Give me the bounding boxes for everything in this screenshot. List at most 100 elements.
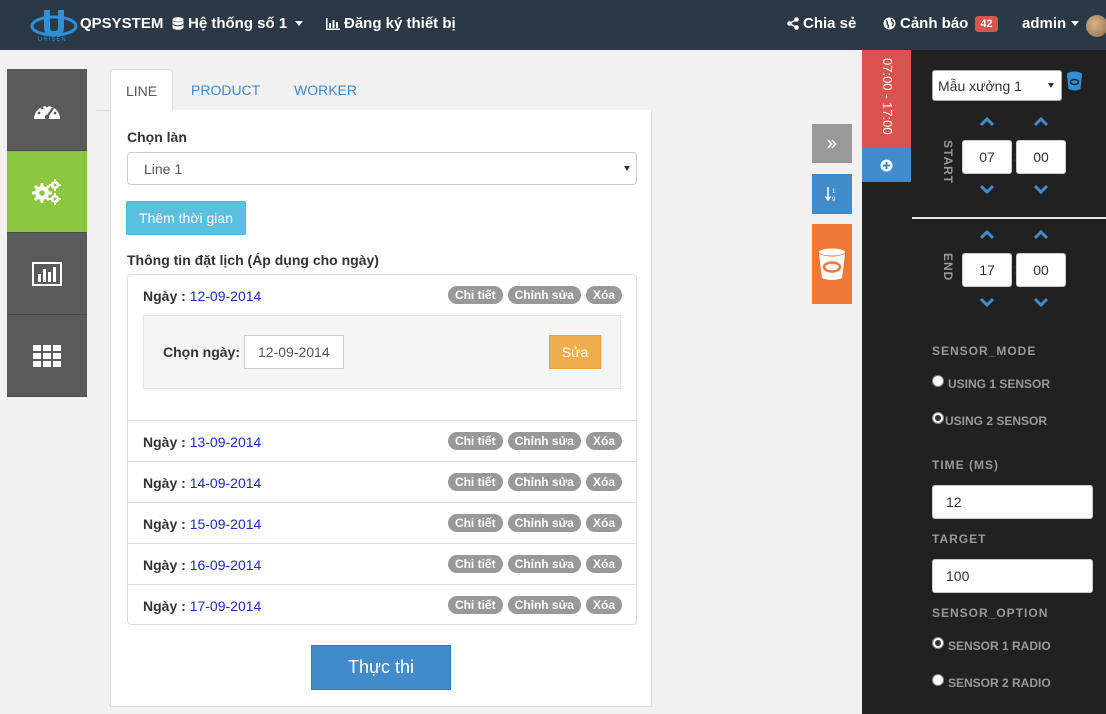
chevron-up-icon[interactable] (1034, 230, 1048, 240)
edit-badge[interactable]: Chỉnh sửa (507, 473, 581, 491)
sidebar-item-dashboard[interactable] (7, 69, 87, 151)
avatar[interactable] (1086, 15, 1106, 37)
start-hour-input[interactable]: 07 (962, 140, 1012, 174)
edit-badge[interactable]: Chỉnh sửa (507, 432, 581, 450)
mode-radio-2[interactable]: USING 2 SENSOR (932, 412, 1047, 428)
time-range-tab[interactable]: 07:00 - 17:00 (862, 50, 911, 148)
plus-circle-icon (880, 159, 893, 171)
radio-icon (932, 375, 944, 387)
radio-checked-icon (932, 412, 944, 424)
delete-badge[interactable]: Xóa (585, 596, 622, 614)
system-dropdown[interactable]: Hệ thống số 1 (172, 15, 304, 32)
detail-badge[interactable]: Chi tiết (447, 514, 503, 532)
delete-badge[interactable]: Xóa (585, 286, 622, 304)
sensor-radio-2[interactable]: SENSOR 2 RADIO (932, 674, 1051, 690)
register-device-link[interactable]: Đăng ký thiết bị (326, 15, 456, 32)
target-title: TARGET (932, 532, 987, 546)
chevron-up-icon[interactable] (1034, 117, 1048, 127)
sort-button[interactable]: 19 (812, 174, 852, 214)
edit-date-panel: Chọn ngày: 12-09-2014 Sửa (143, 315, 621, 389)
logo-text: URISEN (38, 37, 67, 43)
target-input[interactable]: 100 (932, 559, 1093, 593)
schedule-title: Thông tin đặt lịch (Áp dụng cho ngày) (127, 252, 379, 268)
add-time-button[interactable]: Thêm thời gian (126, 201, 246, 235)
end-minute-input[interactable]: 00 (1016, 253, 1066, 287)
detail-badge[interactable]: Chi tiết (447, 555, 503, 573)
logo[interactable]: URISEN (30, 4, 78, 44)
list-item: Ngày : 12-09-2014 Chi tiết Chỉnh sửa Xóa… (128, 275, 636, 420)
chevron-up-icon[interactable] (980, 230, 994, 240)
detail-badge[interactable]: Chi tiết (447, 286, 503, 304)
sidebar-item-apps[interactable] (7, 315, 87, 397)
delete-badge[interactable]: Xóa (585, 514, 622, 532)
edit-badge[interactable]: Chỉnh sửa (507, 555, 581, 573)
gears-icon (32, 178, 61, 205)
day-label: Ngày : 14-09-2014 (143, 475, 261, 491)
time-ms-input[interactable]: 12 (932, 485, 1093, 519)
delete-badge[interactable]: Xóa (585, 432, 622, 450)
day-date: 17-09-2014 (189, 598, 262, 614)
line-select-value: Line 1 (144, 161, 183, 177)
row-actions: Chi tiết Chỉnh sửa Xóa (447, 514, 622, 532)
tab-worker[interactable]: WORKER (279, 69, 372, 111)
day-date: 14-09-2014 (189, 475, 262, 491)
brand-name[interactable]: QPSYSTEM (80, 15, 163, 32)
sensor-radio-2-label: SENSOR 2 RADIO (948, 676, 1051, 690)
svg-text:9: 9 (832, 197, 836, 202)
icon-sidebar (7, 69, 87, 397)
mode-radio-1[interactable]: USING 1 SENSOR (932, 375, 1050, 391)
day-label: Ngày : 13-09-2014 (143, 434, 261, 450)
end-hour-input[interactable]: 17 (962, 253, 1012, 287)
top-navbar: URISEN QPSYSTEM Hệ thống số 1 Đăng ký th… (0, 0, 1106, 50)
database-icon[interactable] (1066, 71, 1083, 92)
chevron-down-icon[interactable] (1034, 297, 1048, 307)
user-menu[interactable]: admin (1022, 15, 1080, 32)
edit-button[interactable]: Sửa (549, 335, 601, 369)
edit-badge[interactable]: Chỉnh sửa (507, 514, 581, 532)
tab-line[interactable]: LINE (110, 69, 174, 111)
select-arrow-icon (1048, 83, 1054, 88)
edit-badge[interactable]: Chỉnh sửa (507, 286, 581, 304)
database-icon (172, 16, 184, 30)
sensor-radio-1-label: SENSOR 1 RADIO (948, 639, 1051, 653)
detail-badge[interactable]: Chi tiết (447, 473, 503, 491)
clear-button[interactable] (812, 224, 852, 304)
day-label: Ngày : 12-09-2014 (143, 288, 261, 304)
day-date: 16-09-2014 (189, 557, 262, 573)
date-input[interactable]: 12-09-2014 (244, 335, 344, 369)
register-label: Đăng ký thiết bị (344, 15, 456, 32)
line-select[interactable]: Line 1 (127, 152, 637, 185)
chevron-up-icon[interactable] (980, 117, 994, 127)
edit-badge[interactable]: Chỉnh sửa (507, 596, 581, 614)
execute-button[interactable]: Thực thi (311, 645, 451, 690)
line-panel: Chọn làn Line 1 Thêm thời gian Thông tin… (110, 110, 652, 707)
alerts-count-badge: 42 (975, 15, 998, 32)
sensor-radio-1[interactable]: SENSOR 1 RADIO (932, 637, 1051, 653)
system-label: Hệ thống số 1 (188, 15, 288, 32)
schedule-list: Ngày : 12-09-2014 Chi tiết Chỉnh sửa Xóa… (127, 274, 637, 625)
add-schedule-button[interactable] (862, 148, 911, 182)
start-minute-input[interactable]: 00 (1016, 140, 1066, 174)
template-select[interactable]: Mẫu xưởng 1 (932, 70, 1062, 101)
chevron-down-icon[interactable] (1034, 184, 1048, 194)
caret-down-icon (1071, 21, 1080, 26)
choose-line-label: Chọn làn (127, 129, 187, 145)
share-link[interactable]: Chia sẻ (787, 15, 856, 32)
day-prefix: Ngày : (143, 598, 186, 614)
list-item: Ngày : 17-09-2014 Chi tiết Chỉnh sửa Xóa (128, 584, 636, 625)
collapse-button[interactable] (812, 124, 852, 163)
tab-product[interactable]: PRODUCT (176, 69, 275, 111)
day-prefix: Ngày : (143, 434, 186, 450)
chevron-down-icon[interactable] (980, 184, 994, 194)
bar-chart-icon (32, 261, 62, 286)
day-date: 13-09-2014 (189, 434, 262, 450)
detail-badge[interactable]: Chi tiết (447, 432, 503, 450)
sidebar-item-reports[interactable] (7, 233, 87, 315)
detail-badge[interactable]: Chi tiết (447, 596, 503, 614)
alerts-link[interactable]: Cảnh báo 42 (883, 15, 998, 32)
delete-badge[interactable]: Xóa (585, 473, 622, 491)
row-actions: Chi tiết Chỉnh sửa Xóa (447, 432, 622, 450)
sidebar-item-settings[interactable] (7, 151, 87, 233)
chevron-down-icon[interactable] (980, 297, 994, 307)
delete-badge[interactable]: Xóa (585, 555, 622, 573)
